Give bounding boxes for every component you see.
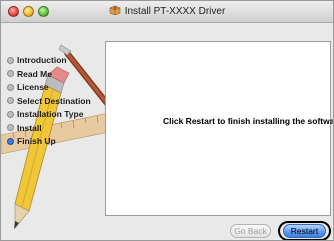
step-label: Read Me xyxy=(17,68,52,79)
title-bar: Install PT-XXXX Driver xyxy=(1,1,333,23)
step-introduction: Introduction xyxy=(7,55,91,69)
active-step-bullet-icon xyxy=(7,137,14,145)
step-installation-type: Installation Type xyxy=(7,109,91,123)
package-icon xyxy=(109,5,121,15)
step-bullet-icon xyxy=(7,97,14,104)
step-finish-up: Finish Up xyxy=(7,136,91,150)
step-bullet-icon xyxy=(7,56,14,64)
window-title: Install PT-XXXX Driver xyxy=(124,6,226,17)
installer-steps-list: Introduction Read Me License Select Dest… xyxy=(7,55,91,150)
step-bullet-icon xyxy=(7,110,14,118)
installer-window: Install PT-XXXX Driver Introduction Read… xyxy=(0,0,334,241)
step-read-me: Read Me xyxy=(7,69,91,83)
step-label: Introduction xyxy=(17,55,67,65)
step-license: License xyxy=(7,82,91,96)
content-panel: Click Restart to finish installing the s… xyxy=(105,41,334,216)
go-back-button[interactable]: Go Back xyxy=(230,224,271,238)
step-bullet-icon xyxy=(7,124,14,131)
step-label: Installation Type xyxy=(17,109,84,119)
step-label: Select Destination xyxy=(17,95,91,106)
restart-button[interactable]: Restart xyxy=(283,224,326,238)
step-bullet-icon xyxy=(7,70,14,77)
step-bullet-icon xyxy=(7,83,14,91)
step-label: Install xyxy=(17,122,42,133)
finish-message: Click Restart to finish installing the s… xyxy=(163,116,334,126)
step-label: Finish Up xyxy=(17,136,56,146)
step-label: License xyxy=(17,82,49,92)
step-install: Install xyxy=(7,123,91,137)
window-title-area: Install PT-XXXX Driver xyxy=(1,5,333,17)
step-select-destination: Select Destination xyxy=(7,96,91,110)
